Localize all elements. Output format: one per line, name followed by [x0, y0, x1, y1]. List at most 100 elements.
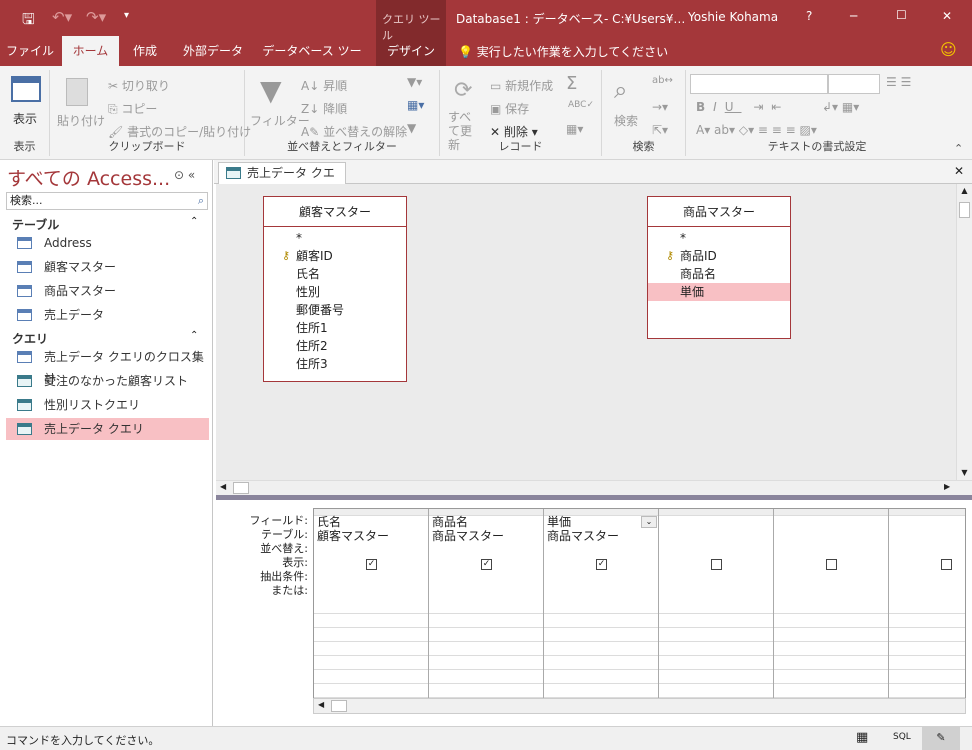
- grid-column[interactable]: [774, 509, 889, 713]
- horizontal-scrollbar[interactable]: ◀ ▶: [216, 480, 972, 495]
- close-document-icon[interactable]: ✕: [954, 164, 964, 178]
- field-item[interactable]: 住所1: [264, 319, 406, 337]
- field-item[interactable]: 住所3: [264, 355, 406, 373]
- table-cell[interactable]: 商品マスター: [432, 529, 504, 543]
- grid-column[interactable]: 単価 商品マスター ✓ ⌄: [544, 509, 659, 713]
- nav-title[interactable]: すべての Access...: [7, 164, 170, 191]
- vertical-scrollbar[interactable]: ▲ ▼: [956, 184, 972, 480]
- find-button[interactable]: 検索: [614, 112, 638, 129]
- undo-icon[interactable]: ↶▾: [52, 8, 72, 26]
- tab-home[interactable]: ホーム: [62, 36, 119, 66]
- smiley-feedback-icon[interactable]: ☺: [940, 40, 957, 59]
- more-icon[interactable]: ▦▾: [566, 122, 583, 136]
- nav-item-query[interactable]: 売上データ クエリのクロス集計: [6, 346, 209, 386]
- table-title[interactable]: 顧客マスター: [264, 197, 406, 227]
- nav-menu-icon[interactable]: ⊙ «: [174, 168, 195, 182]
- table-cell[interactable]: 商品マスター: [547, 529, 619, 543]
- field-item-selected[interactable]: 単価: [648, 283, 790, 301]
- bold-italic-underline-icons[interactable]: BIU ⇥⇤: [696, 100, 789, 114]
- collapse-ribbon-icon[interactable]: ⌃: [954, 142, 963, 155]
- bullets-icon[interactable]: ☰ ☰: [886, 75, 911, 89]
- nav-item-table[interactable]: 商品マスター: [6, 280, 209, 302]
- font-size-select[interactable]: [828, 74, 880, 94]
- field-cell[interactable]: 氏名: [317, 515, 341, 529]
- field-item[interactable]: ⚷ 顧客ID: [264, 247, 406, 265]
- customize-qat-icon[interactable]: ▾: [124, 10, 129, 21]
- show-checkbox[interactable]: [941, 559, 952, 570]
- close-button[interactable]: ✕: [942, 9, 952, 23]
- table-field-list[interactable]: 顧客マスター * ⚷ 顧客ID 氏名 性別 郵便番号 住所1 住所2 住所3: [263, 196, 407, 382]
- save-record-button[interactable]: ▣ 保存: [490, 100, 529, 117]
- show-checkbox[interactable]: [826, 559, 837, 570]
- table-cell[interactable]: 顧客マスター: [317, 529, 389, 543]
- direction-icon[interactable]: ↲▾ ▦▾: [822, 100, 859, 114]
- new-record-button[interactable]: ▭ 新規作成: [490, 77, 553, 94]
- field-item[interactable]: 性別: [264, 283, 406, 301]
- show-checkbox[interactable]: ✓: [481, 559, 492, 570]
- grid-column[interactable]: 氏名 顧客マスター ✓: [314, 509, 429, 713]
- grid-column[interactable]: 商品名 商品マスター ✓: [429, 509, 544, 713]
- font-color-icon[interactable]: A▾ ab▾ ◇▾ ≡ ≡ ≡ ▨▾: [696, 123, 817, 137]
- replace-icon[interactable]: ab↔: [652, 75, 673, 86]
- maximize-button[interactable]: ☐: [896, 8, 907, 22]
- advanced-filter-icon[interactable]: ▦▾: [407, 98, 424, 112]
- table-field-list[interactable]: 商品マスター * ⚷ 商品ID 商品名 単価: [647, 196, 791, 339]
- design-view-icon[interactable]: ✎: [922, 727, 960, 750]
- cut-button[interactable]: ✂ 切り取り: [108, 77, 170, 94]
- nav-search-input[interactable]: 検索... ⌕: [6, 192, 208, 210]
- minimize-button[interactable]: ─: [850, 9, 857, 23]
- redo-icon[interactable]: ↷▾: [86, 8, 106, 26]
- field-item[interactable]: 氏名: [264, 265, 406, 283]
- grid-column[interactable]: [659, 509, 774, 713]
- selection-filter-icon[interactable]: ▼▾: [407, 75, 422, 89]
- nav-item-query[interactable]: 性別リストクエリ: [6, 394, 209, 416]
- collapse-icon[interactable]: ⌃: [190, 330, 198, 341]
- spelling-icon[interactable]: ABC✓: [568, 100, 594, 110]
- tab-database-tools[interactable]: データベース ツール: [258, 36, 366, 88]
- section-queries[interactable]: クエリ: [12, 330, 48, 347]
- tab-design[interactable]: デザイン: [376, 36, 446, 66]
- tab-create[interactable]: 作成: [119, 36, 171, 66]
- totals-icon[interactable]: Σ: [566, 73, 577, 94]
- show-checkbox[interactable]: ✓: [366, 559, 377, 570]
- tab-file[interactable]: ファイル: [0, 36, 60, 66]
- field-item[interactable]: *: [648, 229, 790, 247]
- datasheet-view-icon[interactable]: ▦: [856, 730, 868, 745]
- document-tab[interactable]: 売上データ クエリ: [218, 162, 346, 200]
- field-item[interactable]: 商品名: [648, 265, 790, 283]
- sort-ascending-button[interactable]: A↓ 昇順: [301, 77, 347, 94]
- sql-view-button[interactable]: SQL: [893, 732, 911, 742]
- user-name[interactable]: Yoshie Kohama: [688, 10, 778, 24]
- copy-button[interactable]: ⎘ コピー: [108, 100, 157, 117]
- show-checkbox[interactable]: [711, 559, 722, 570]
- field-item[interactable]: ⚷ 商品ID: [648, 247, 790, 265]
- tab-external-data[interactable]: 外部データ: [175, 36, 251, 66]
- font-name-select[interactable]: [690, 74, 828, 94]
- show-checkbox[interactable]: ✓: [596, 559, 607, 570]
- nav-item-query[interactable]: 受注のなかった顧客リスト: [6, 370, 209, 392]
- view-button[interactable]: 表示: [13, 110, 37, 127]
- save-icon[interactable]: 🖫: [22, 9, 35, 34]
- select-icon[interactable]: ⇱▾: [652, 123, 668, 137]
- field-item[interactable]: 郵便番号: [264, 301, 406, 319]
- tell-me-box[interactable]: 💡 実行したい作業を入力してください: [458, 43, 668, 60]
- nav-item-table[interactable]: Address: [6, 232, 209, 254]
- nav-item-table[interactable]: 顧客マスター: [6, 256, 209, 278]
- paste-button[interactable]: 貼り付け: [57, 112, 105, 129]
- section-tables[interactable]: テーブル: [12, 216, 59, 233]
- field-item[interactable]: 住所2: [264, 337, 406, 355]
- field-item[interactable]: *: [264, 229, 406, 247]
- toggle-filter-icon[interactable]: ▼: [407, 121, 416, 135]
- field-cell[interactable]: 単価: [547, 515, 571, 529]
- table-title[interactable]: 商品マスター: [648, 197, 790, 227]
- grid-horizontal-scrollbar[interactable]: ◀: [313, 698, 966, 714]
- design-grid[interactable]: 氏名 顧客マスター ✓ 商品名 商品マスター ✓ 単価 商品マスター ✓ ⌄: [313, 508, 966, 714]
- sort-descending-button[interactable]: Z↓ 降順: [301, 100, 347, 117]
- grid-column[interactable]: [889, 509, 965, 713]
- goto-icon[interactable]: →▾: [652, 100, 668, 114]
- field-cell[interactable]: 商品名: [432, 515, 468, 529]
- collapse-icon[interactable]: ⌃: [190, 216, 198, 227]
- nav-item-table[interactable]: 売上データ: [6, 304, 209, 326]
- help-button[interactable]: ?: [806, 9, 812, 23]
- field-dropdown-icon[interactable]: ⌄: [641, 516, 657, 528]
